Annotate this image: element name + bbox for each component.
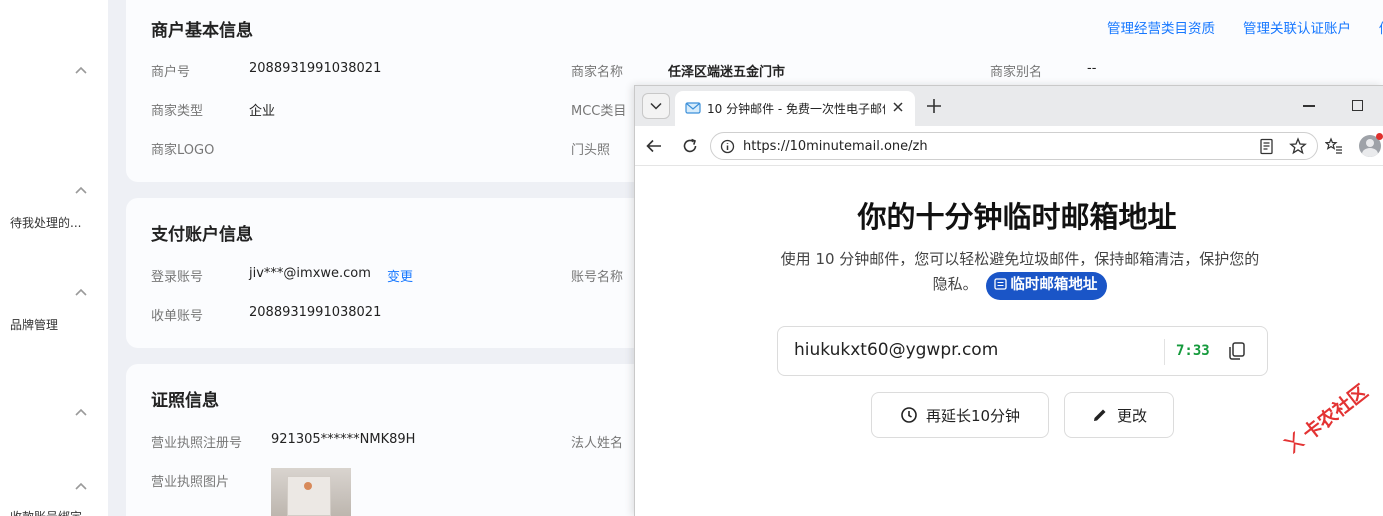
reg-no-label: 营业执照注册号 <box>151 436 243 451</box>
favorites-icon[interactable] <box>1325 137 1343 155</box>
manage-linked-account-link[interactable]: 管理关联认证账户 <box>1243 17 1351 37</box>
temp-mail-badge[interactable]: 临时邮箱地址 <box>986 272 1108 300</box>
browser-window: 10 分钟邮件 - 免费一次性电子邮件 https://10minutemail… <box>634 85 1383 516</box>
login-account-label: 登录账号 <box>151 270 204 285</box>
change-address-button[interactable]: 更改 <box>1064 392 1174 438</box>
email-address-box[interactable]: hiukukxt60@ygwpr.com 7:33 <box>777 326 1268 376</box>
sidebar-item-account-binding[interactable]: 收款账号绑定 <box>10 508 106 516</box>
url-field[interactable]: https://10minutemail.one/zh <box>710 132 1318 160</box>
merchant-name-label: 商家名称 <box>571 65 624 80</box>
logo-label: 商家LOGO <box>151 143 215 158</box>
login-account-value: jiv***@imxwe.com <box>249 266 371 281</box>
chevron-up-icon[interactable] <box>74 185 88 195</box>
notification-dot <box>1376 133 1383 140</box>
back-arrow-icon[interactable] <box>645 137 663 155</box>
legal-person-label: 法人姓名 <box>571 436 624 451</box>
tab-title: 10 分钟邮件 - 免费一次性电子邮件 <box>707 102 885 116</box>
collect-account-label: 收单账号 <box>151 309 204 324</box>
merchant-id-value: 2088931991038021 <box>249 61 382 76</box>
timer-divider <box>1164 339 1165 365</box>
merchant-id-label: 商户号 <box>151 65 191 80</box>
email-address[interactable]: hiukukxt60@ygwpr.com <box>794 340 998 360</box>
storefront-label: 门头照 <box>571 143 611 158</box>
page-description: 使用 10 分钟邮件，您可以轻松避免垃圾邮件，保持邮箱清洁，保护您的隐私。 临时… <box>780 247 1260 300</box>
pencil-icon <box>1093 409 1106 421</box>
sidebar: 待我处理的... 品牌管理 收款账号绑定 <box>0 0 108 516</box>
payment-account-title: 支付账户信息 <box>151 225 253 245</box>
change-button-label: 更改 <box>1116 406 1147 425</box>
avatar-head <box>1366 139 1374 147</box>
mail-icon <box>685 102 701 114</box>
sidebar-item-pending[interactable]: 待我处理的... <box>10 214 106 231</box>
chevron-up-icon[interactable] <box>74 65 88 75</box>
chevron-down-icon <box>650 102 662 110</box>
url-text: https://10minutemail.one/zh <box>743 139 928 154</box>
badge-label: 临时邮箱地址 <box>1010 277 1098 293</box>
merchant-type-label: 商家类型 <box>151 104 204 119</box>
page-heading: 你的十分钟临时邮箱地址 <box>857 200 1177 234</box>
chevron-up-icon[interactable] <box>74 287 88 297</box>
account-name-label: 账号名称 <box>571 270 624 285</box>
license-image-label: 营业执照图片 <box>151 475 230 490</box>
chevron-up-icon[interactable] <box>74 481 88 491</box>
extend-button-label: 再延长10分钟 <box>925 406 1021 425</box>
merchant-info-title: 商户基本信息 <box>151 21 253 41</box>
clock-icon <box>901 407 917 423</box>
inbox-icon <box>994 278 1008 290</box>
tab-bar: 10 分钟邮件 - 免费一次性电子邮件 <box>635 86 1383 126</box>
merchant-type-value: 企业 <box>249 104 276 119</box>
license-image[interactable] <box>271 468 351 516</box>
avatar-body <box>1362 148 1378 157</box>
license-seal <box>304 482 312 490</box>
collect-account-value: 2088931991038021 <box>249 305 382 320</box>
minimize-button[interactable] <box>1303 105 1315 107</box>
mcc-label: MCC类目 <box>571 104 627 119</box>
maximize-button[interactable] <box>1352 100 1363 111</box>
site-info-icon[interactable] <box>720 139 735 154</box>
merchant-name-value: 任泽区端迷五金门市 <box>668 65 786 80</box>
license-info-title: 证照信息 <box>151 391 219 411</box>
manage-category-link[interactable]: 管理经营类目资质 <box>1107 17 1215 37</box>
address-bar: https://10minutemail.one/zh <box>635 126 1383 166</box>
merchant-alias-label: 商家别名 <box>990 65 1043 80</box>
edit-link[interactable]: 修 <box>1379 17 1383 37</box>
reg-no-value: 921305******NMK89H <box>271 432 416 447</box>
plus-icon[interactable] <box>925 97 943 115</box>
extend-10-minutes-button[interactable]: 再延长10分钟 <box>871 392 1049 438</box>
countdown-timer: 7:33 <box>1176 343 1210 359</box>
tab-list-button[interactable] <box>642 93 670 119</box>
refresh-icon[interactable] <box>681 137 699 155</box>
merchant-alias-value: -- <box>1087 61 1097 76</box>
sidebar-item-brand[interactable]: 品牌管理 <box>10 316 106 333</box>
active-tab[interactable]: 10 分钟邮件 - 免费一次性电子邮件 <box>675 91 915 126</box>
copy-icon[interactable] <box>1226 340 1248 362</box>
close-icon[interactable] <box>891 100 905 114</box>
chevron-up-icon[interactable] <box>74 407 88 417</box>
change-account-link[interactable]: 变更 <box>387 266 413 285</box>
favorite-star-icon[interactable] <box>1289 137 1307 155</box>
reader-mode-icon[interactable] <box>1259 138 1274 155</box>
